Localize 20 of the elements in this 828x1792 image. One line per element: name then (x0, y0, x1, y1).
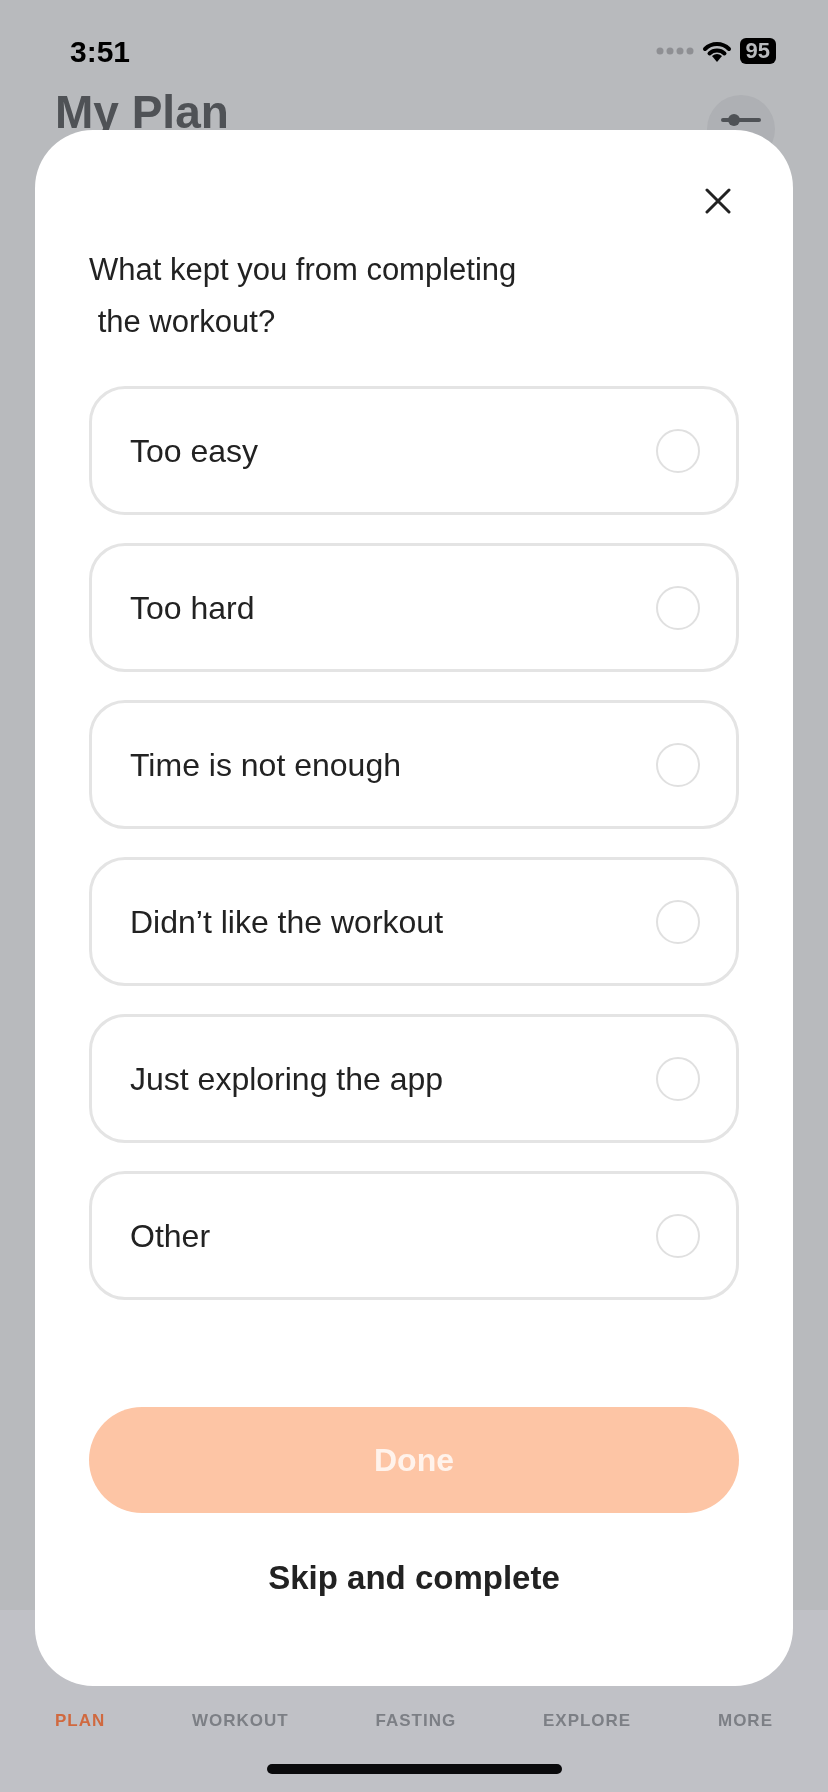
radio-button[interactable] (656, 1056, 700, 1101)
skip-button[interactable]: Skip and complete (268, 1552, 560, 1602)
status-time: 3:51 (70, 33, 131, 70)
wifi-icon (701, 39, 732, 63)
radio-button[interactable] (656, 428, 700, 473)
option-button[interactable]: Too easy (89, 386, 739, 515)
battery-level: 95 (739, 38, 776, 64)
close-icon[interactable] (705, 188, 731, 214)
signal-icon (655, 46, 694, 56)
radio-button[interactable] (656, 1213, 700, 1258)
question-text: What kept you from completing the workout? (89, 251, 518, 341)
option-button[interactable]: Too hard (89, 543, 739, 672)
option-button[interactable]: Just exploring the app (89, 1014, 739, 1143)
radio-button[interactable] (656, 899, 700, 944)
option-button[interactable]: Didn’t like the workout (89, 857, 739, 986)
sliders-icon (721, 113, 761, 127)
radio-button[interactable] (656, 585, 700, 630)
option-button[interactable]: Time is not enough (89, 700, 739, 829)
radio-button[interactable] (656, 742, 700, 787)
option-button[interactable]: Other (89, 1171, 739, 1300)
